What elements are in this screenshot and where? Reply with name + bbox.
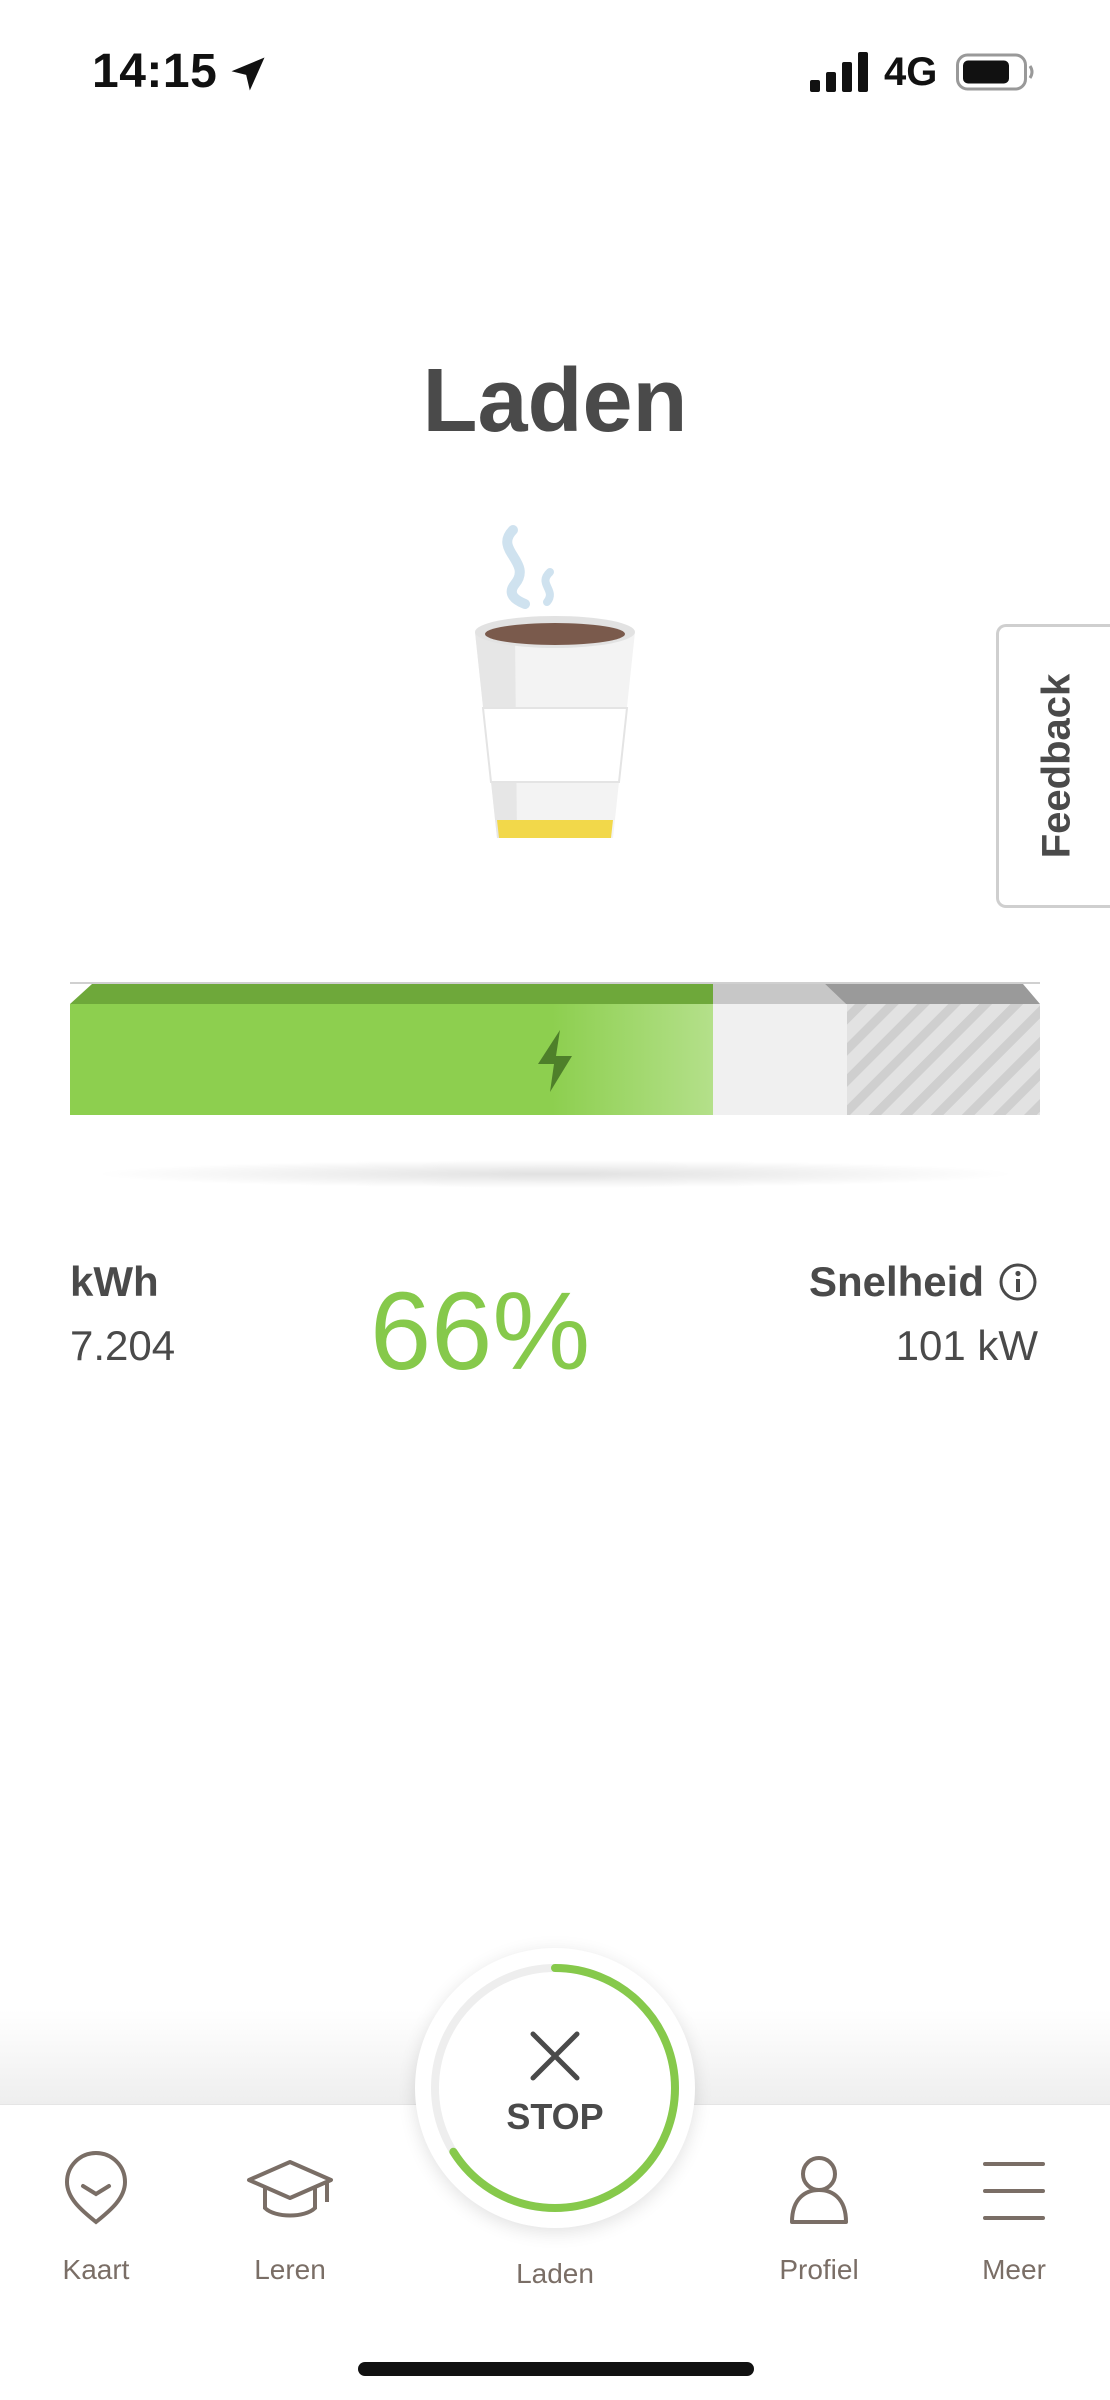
nav-label-leren: Leren (254, 2254, 326, 2285)
feedback-tab[interactable]: Feedback (996, 624, 1110, 908)
signal-bars-icon (810, 52, 868, 92)
nav-item-meer[interactable]: Meer (934, 2150, 1094, 2286)
charge-bar-top-charged (70, 984, 713, 1004)
status-time: 14:15 (92, 45, 218, 98)
page-title: Laden (422, 351, 688, 451)
charge-percent: 66% (370, 1270, 591, 1393)
home-indicator[interactable] (358, 2362, 754, 2376)
nav-label-profiel: Profiel (779, 2254, 859, 2285)
speed-stat: Snelheid 101 kW (809, 1258, 1038, 1370)
battery-icon (956, 53, 1034, 91)
charge-bar-limit (847, 1004, 1040, 1115)
nav-label-meer: Meer (982, 2254, 1046, 2285)
info-icon[interactable] (998, 1262, 1038, 1302)
network-type: 4G (884, 50, 938, 94)
nav-label-laden[interactable]: Laden (475, 2258, 635, 2290)
location-arrow-icon (231, 57, 265, 91)
nav-item-leren[interactable]: Leren (210, 2150, 370, 2286)
speed-value: 101 kW (895, 1322, 1038, 1369)
feedback-label: Feedback (1034, 673, 1078, 859)
energy-value: 7.204 (70, 1322, 176, 1369)
graduation-cap-icon (247, 2160, 333, 2218)
person-icon (790, 2156, 848, 2224)
nav-item-kaart[interactable]: Kaart (16, 2150, 176, 2286)
nav-label-kaart: Kaart (62, 2254, 130, 2285)
status-bar: 14:15 4G (0, 0, 1110, 140)
speed-label: Snelheid (808, 1258, 984, 1305)
close-x-icon (530, 2031, 580, 2081)
stop-label: STOP (506, 2096, 604, 2137)
charge-progress-ring (431, 1964, 679, 2212)
coffee-cup-illustration (475, 525, 635, 838)
charge-bar-remaining (713, 1004, 847, 1115)
energy-label: kWh (70, 1258, 159, 1305)
charge-bar-charged (70, 1004, 713, 1115)
energy-stat: kWh 7.204 (70, 1258, 175, 1370)
stop-charging-button[interactable]: STOP (415, 1948, 695, 2228)
charge-bar-top-limit (825, 984, 1040, 1004)
map-pin-icon (64, 2151, 128, 2225)
charge-bar-shadow (90, 1160, 1020, 1188)
charge-progress-bar (70, 982, 1040, 1115)
nav-item-profiel[interactable]: Profiel (739, 2150, 899, 2286)
charge-bar-top-remaining (713, 984, 846, 1004)
hamburger-menu-icon (983, 2162, 1045, 2220)
